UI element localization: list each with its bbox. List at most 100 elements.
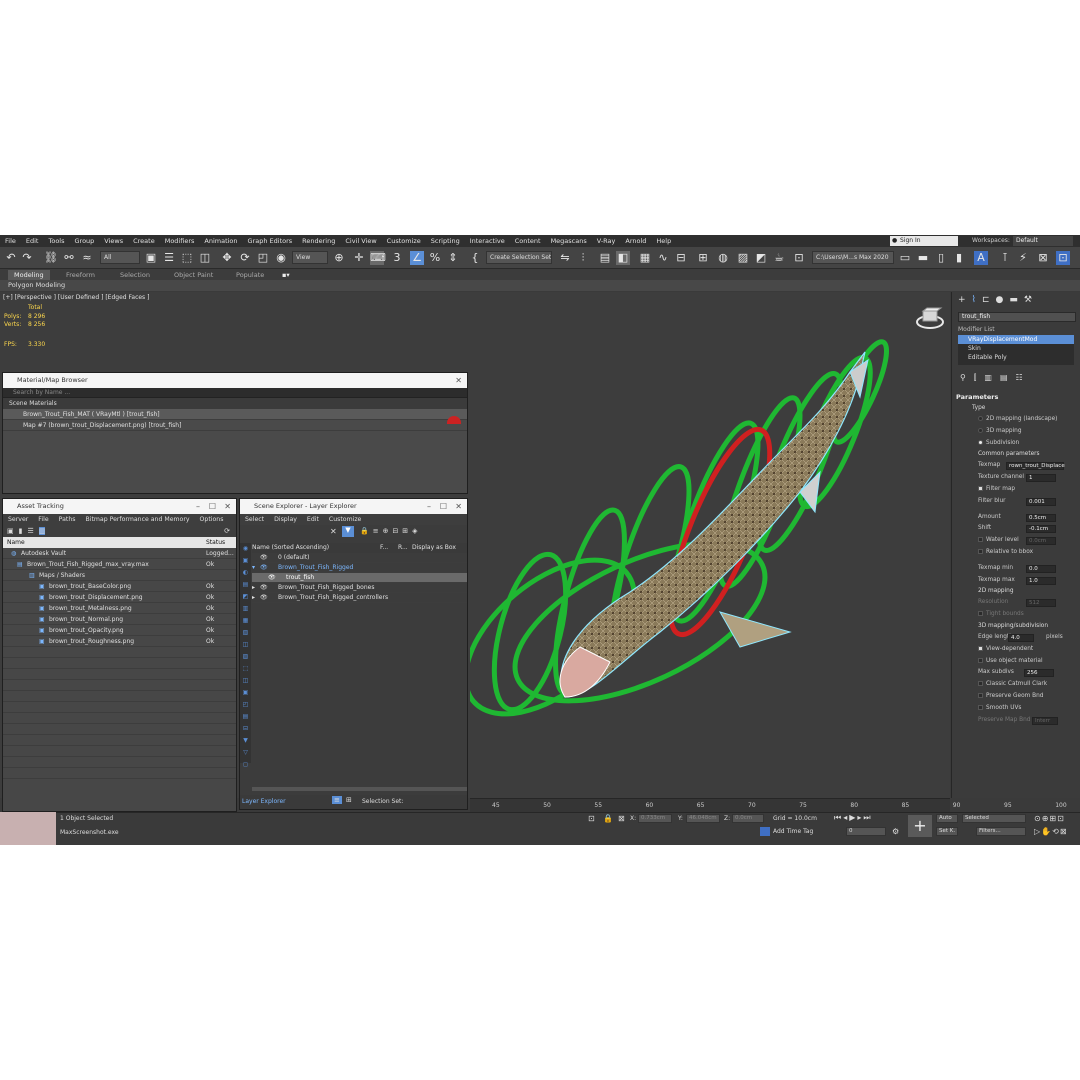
close-icon[interactable]: ✕ bbox=[455, 373, 462, 388]
add-time-tag[interactable]: Add Time Tag bbox=[773, 828, 813, 835]
preserve-geom-bnd-checkbox[interactable]: Preserve Geom Bnd bbox=[952, 691, 1080, 703]
table-row[interactable]: ▤ Brown_Trout_Fish_Rigged_max_vray.max Ok bbox=[3, 559, 236, 570]
texmap-button[interactable]: rown_trout_Displace bbox=[1006, 462, 1065, 471]
select-object-icon[interactable]: ▣ bbox=[144, 251, 158, 265]
mirror-icon[interactable]: ⇋ bbox=[558, 251, 572, 265]
x-coordinate-field[interactable]: 0.733cm bbox=[638, 814, 672, 823]
angle-snap-icon[interactable]: ∠ bbox=[410, 251, 424, 265]
unlink-icon[interactable]: ⚯ bbox=[62, 251, 76, 265]
project-folder-dropdown[interactable]: C:\Users\M...s Max 2020 bbox=[812, 251, 894, 264]
checkout-icon[interactable]: ▣ bbox=[7, 527, 14, 535]
filters-button[interactable]: Filters... bbox=[976, 827, 1026, 836]
auto-key-button[interactable]: Auto bbox=[936, 814, 958, 823]
layer-row[interactable]: ▸ 👁 Brown_Trout_Fish_Rigged_controllers bbox=[252, 593, 467, 603]
redo-icon[interactable]: ↷ bbox=[20, 251, 34, 265]
use-object-material-checkbox[interactable]: Use object material bbox=[952, 656, 1080, 668]
edge-length-spinner[interactable]: 4.0 bbox=[1008, 633, 1034, 642]
menu-item[interactable]: Views bbox=[99, 237, 128, 245]
filter-icons[interactable]: ◉ ▣ ◐ ▤ ◩ ▥ ▦ ▧ ◫ ▨ ⬚ ◫ ▣ ◰ ▤ ⊟ ▼ ▽ ◻ bbox=[240, 543, 251, 771]
tab-modeling[interactable]: Modeling bbox=[8, 270, 50, 280]
pin-stack-icon[interactable]: ⚲ bbox=[960, 373, 966, 387]
keyboard-shortcut-icon[interactable]: ⌨ bbox=[370, 251, 386, 265]
display-tab-icon[interactable]: ▬ bbox=[1009, 295, 1018, 305]
layer-explorer-icon[interactable]: ◧ bbox=[616, 251, 630, 265]
shift-spinner[interactable]: -0.1cm bbox=[1026, 525, 1056, 534]
table-row[interactable]: ▣ brown_trout_Metalness.png Ok bbox=[3, 603, 236, 614]
menu-item[interactable]: Scripting bbox=[426, 237, 465, 245]
rig-controllers[interactable] bbox=[470, 336, 890, 742]
menu-item[interactable]: Paths bbox=[54, 516, 81, 523]
menu-item[interactable]: Customize bbox=[382, 237, 426, 245]
spinner-snap-icon[interactable]: ⇕ bbox=[446, 251, 460, 265]
menu-item[interactable]: Content bbox=[510, 237, 546, 245]
nav-zoom-icons[interactable]: ⊙⊕⊞⊡ bbox=[1034, 814, 1065, 823]
explorer-type-dropdown[interactable]: Layer Explorer bbox=[242, 798, 286, 805]
layer-tools-icons[interactable]: 🔒≡⊕⊟⊞◈ bbox=[360, 527, 422, 535]
classic-catmull-clark-checkbox[interactable]: Classic Catmull Clark bbox=[952, 679, 1080, 691]
filter-blur-spinner[interactable]: 0.001 bbox=[1026, 497, 1056, 506]
lock-selection-icon[interactable]: 🔒 bbox=[603, 814, 613, 823]
scene-materials-group[interactable]: Scene Materials bbox=[3, 398, 467, 409]
texmap-max-spinner[interactable]: 1.0 bbox=[1026, 576, 1056, 585]
autodesk-app-icon[interactable]: A bbox=[974, 251, 988, 265]
menu-item[interactable]: Customize bbox=[324, 516, 366, 523]
menu-item[interactable]: Modifiers bbox=[160, 237, 200, 245]
sign-in-dropdown[interactable]: ● Sign In bbox=[890, 236, 958, 246]
pivot-center-icon[interactable]: ⊕ bbox=[332, 251, 346, 265]
edit-named-sel-icon[interactable]: { bbox=[468, 251, 482, 265]
minimize-icon[interactable]: – bbox=[196, 499, 200, 514]
texture-channel-spinner[interactable]: 1 bbox=[1026, 474, 1056, 483]
menu-item[interactable]: Tools bbox=[43, 237, 69, 245]
render-frame-icon[interactable]: ◩ bbox=[754, 251, 768, 265]
parameters-rollout[interactable]: Parameters bbox=[956, 393, 1076, 401]
named-selection-dropdown[interactable]: Create Selection Set bbox=[486, 251, 552, 264]
menu-item[interactable]: Animation bbox=[199, 237, 242, 245]
material-item[interactable]: Brown_Trout_Fish_MAT ( VRayMtl ) [trout_… bbox=[3, 409, 467, 420]
menu-item[interactable]: Edit bbox=[302, 516, 324, 523]
ribbon-options-icon[interactable]: ▪▾ bbox=[276, 270, 296, 280]
horizontal-scrollbar[interactable] bbox=[252, 787, 467, 791]
menu-item[interactable]: Interactive bbox=[465, 237, 510, 245]
viewport-label[interactable]: [+] [Perspective ] [User Defined ] [Edge… bbox=[3, 294, 149, 301]
ribbon-panel-label[interactable]: Polygon Modeling bbox=[0, 280, 1080, 291]
menu-item[interactable]: Rendering bbox=[297, 237, 340, 245]
amount-spinner[interactable]: 0.5cm bbox=[1026, 513, 1056, 522]
modifier-vray-displacement[interactable]: VRayDisplacementMod bbox=[958, 335, 1074, 344]
table-row[interactable]: ▣ brown_trout_Displacement.png Ok bbox=[3, 592, 236, 603]
type-2d-mapping-radio[interactable]: 2D mapping (landscape) bbox=[952, 414, 1080, 426]
tab-selection[interactable]: Selection bbox=[114, 270, 156, 280]
utilities-tab-icon[interactable]: ⚒ bbox=[1024, 295, 1032, 305]
selection-filter-dropdown[interactable]: All bbox=[100, 251, 140, 264]
menu-item[interactable]: Create bbox=[128, 237, 160, 245]
render-production-icon[interactable]: ☕ bbox=[772, 251, 786, 265]
texmap-min-spinner[interactable]: 0.0 bbox=[1026, 564, 1056, 573]
absolute-mode-icon[interactable]: ⊠ bbox=[618, 814, 625, 823]
fish-body-mesh[interactable] bbox=[560, 351, 866, 698]
tab-object-paint[interactable]: Object Paint bbox=[168, 270, 219, 280]
type-3d-mapping-radio[interactable]: 3D mapping bbox=[952, 426, 1080, 438]
snaps-toggle-icon[interactable]: 3 bbox=[390, 251, 404, 265]
motion-tab-icon[interactable]: ● bbox=[996, 295, 1004, 305]
maximize-icon[interactable]: ☐ bbox=[209, 499, 216, 514]
menu-item[interactable]: Megascans bbox=[546, 237, 592, 245]
tab-populate[interactable]: Populate bbox=[230, 270, 270, 280]
clear-filter-icon[interactable]: ✕ bbox=[330, 527, 337, 536]
percent-snap-icon[interactable]: % bbox=[428, 251, 442, 265]
table-row[interactable]: ▣ brown_trout_BaseColor.png Ok bbox=[3, 581, 236, 592]
link-icon[interactable]: ⛓ bbox=[44, 251, 58, 265]
z-coordinate-field[interactable]: 0.0cm bbox=[732, 814, 764, 823]
modifier-skin[interactable]: Skin bbox=[958, 344, 1074, 353]
tight-bounds-checkbox[interactable]: Tight bounds bbox=[952, 609, 1080, 621]
type-subdivision-radio[interactable]: Subdivision bbox=[952, 438, 1080, 450]
modify-tab-icon[interactable]: ⌇ bbox=[972, 295, 976, 305]
trout-fish-model[interactable] bbox=[470, 302, 890, 742]
menu-item[interactable]: Select bbox=[240, 516, 269, 523]
scale-icon[interactable]: ◰ bbox=[256, 251, 270, 265]
tree-view-icon[interactable]: ▥ bbox=[38, 527, 46, 535]
timeline-track[interactable]: 45 50 55 60 65 70 75 80 85 90 95 100 bbox=[470, 798, 1067, 812]
current-frame-field[interactable]: 0 bbox=[846, 827, 886, 836]
pectoral-fin[interactable] bbox=[718, 611, 792, 648]
rect-selection-icon[interactable]: ⬚ bbox=[180, 251, 194, 265]
layer-mode-icon[interactable]: ≡ bbox=[332, 796, 342, 804]
set-key-big-icon[interactable]: + bbox=[908, 815, 932, 837]
